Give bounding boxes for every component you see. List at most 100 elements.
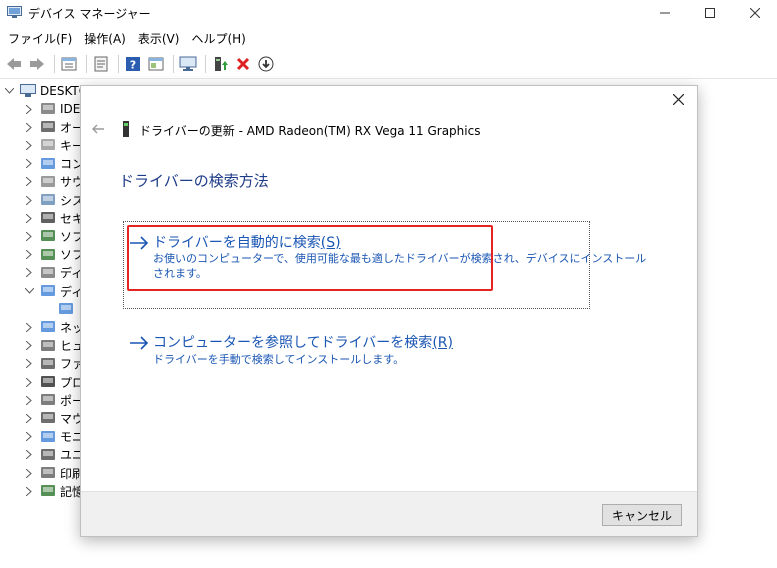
chevron-right-icon[interactable] [24, 104, 34, 114]
ide-icon [40, 102, 56, 116]
chevron-right-icon[interactable] [24, 159, 34, 169]
chevron-right-icon[interactable] [24, 341, 34, 351]
chevron-right-icon[interactable] [24, 122, 34, 132]
disk-icon [40, 266, 56, 280]
tree-item[interactable]: ヒュ [24, 337, 84, 355]
tree-item[interactable]: モニ [24, 428, 84, 446]
tree-item[interactable] [58, 300, 78, 318]
back-arrow-icon[interactable] [91, 122, 105, 136]
back-arrow-icon [7, 58, 21, 70]
back-button[interactable] [4, 54, 24, 74]
dialog-heading: ドライバーの検索方法 [119, 172, 269, 190]
device-view-button[interactable] [59, 54, 79, 74]
tree-item[interactable]: 記憶 [24, 482, 84, 500]
chevron-right-icon[interactable] [24, 177, 34, 187]
help-button[interactable]: ? [123, 54, 143, 74]
cancel-button[interactable]: キャンセル [602, 504, 682, 526]
window-panel-icon [148, 57, 164, 71]
tree-item[interactable]: ディ [24, 282, 83, 300]
minimize-button[interactable] [642, 0, 687, 26]
forward-button[interactable] [27, 54, 47, 74]
forward-arrow-icon [30, 58, 44, 70]
tree-item[interactable]: シス [24, 191, 84, 209]
tree-item[interactable]: IDE [24, 100, 80, 118]
chevron-down-icon[interactable] [24, 286, 34, 296]
toolbar-separator [173, 55, 174, 73]
monitor-scan-icon [179, 56, 197, 71]
chevron-right-icon[interactable] [24, 231, 34, 241]
tree-item[interactable]: ソフ [24, 227, 84, 245]
disable-device-button[interactable] [256, 54, 276, 74]
right-arrow-icon [130, 336, 149, 350]
toolbar-separator [54, 55, 55, 73]
chevron-right-icon[interactable] [24, 213, 34, 223]
port-icon [40, 393, 56, 407]
chevron-right-icon[interactable] [24, 395, 34, 405]
chevron-right-icon[interactable] [24, 359, 34, 369]
tree-item[interactable]: ディ [24, 264, 83, 282]
properties-icon [94, 56, 108, 72]
chevron-right-icon[interactable] [24, 486, 34, 496]
chevron-right-icon[interactable] [24, 195, 34, 205]
sound-icon [40, 175, 56, 189]
action-view-button[interactable] [146, 54, 166, 74]
firmware-icon [40, 357, 56, 371]
tree-item[interactable]: ファ [24, 355, 84, 373]
tree-item[interactable]: ポー [24, 391, 84, 409]
dialog-close-button[interactable] [669, 90, 687, 108]
chevron-right-icon[interactable] [24, 377, 34, 387]
chevron-right-icon[interactable] [24, 413, 34, 423]
chevron-right-icon[interactable] [24, 250, 34, 260]
scan-hardware-button[interactable] [178, 54, 198, 74]
chevron-right-icon[interactable] [24, 468, 34, 478]
display-adapter-icon [40, 284, 56, 298]
menu-view[interactable]: 表示(V) [134, 28, 184, 48]
dialog-footer: キャンセル [81, 491, 697, 536]
chevron-down-icon[interactable] [4, 86, 14, 96]
tree-item-label: IDE [60, 102, 81, 116]
chevron-right-icon[interactable] [24, 268, 34, 278]
audio-icon [40, 120, 56, 134]
down-arrow-circle-icon [258, 56, 274, 72]
help-icon: ? [126, 57, 140, 72]
hid-icon [40, 339, 56, 353]
maximize-icon [704, 8, 715, 18]
device-manager-icon [7, 6, 22, 18]
tree-item[interactable]: オー [24, 118, 84, 136]
toolbar-separator [118, 55, 119, 73]
tree-root[interactable]: DESKTO [4, 82, 88, 100]
graphics-card-icon [123, 121, 129, 137]
menu-file[interactable]: ファイル(F) [4, 28, 76, 48]
maximize-button[interactable] [687, 0, 732, 26]
processor-icon [40, 375, 56, 389]
uninstall-device-button[interactable] [233, 54, 253, 74]
tree-item[interactable]: マウ [24, 409, 84, 427]
security-icon [40, 211, 56, 225]
tree-item[interactable]: 印刷 [24, 464, 84, 482]
tree-item[interactable]: セキ [24, 209, 84, 227]
properties-button[interactable] [91, 54, 111, 74]
tree-item[interactable]: コン [24, 155, 84, 173]
tree-item[interactable]: サウ [24, 173, 84, 191]
tree-item[interactable]: プロ [24, 373, 84, 391]
browse-search-title-text: コンピューターを参照してドライバーを検索 [153, 335, 433, 351]
chevron-right-icon[interactable] [24, 432, 34, 442]
update-driver-button[interactable] [210, 54, 230, 74]
tree-item[interactable]: キー [24, 136, 84, 154]
browse-search-title[interactable]: コンピューターを参照してドライバーを検索(R) [153, 332, 453, 352]
chevron-right-icon[interactable] [24, 322, 34, 332]
menu-bar: ファイル(F) 操作(A) 表示(V) ヘルプ(H) [0, 28, 777, 48]
close-icon [749, 8, 760, 18]
tree-item[interactable]: ソフ [24, 246, 84, 264]
monitor-icon [40, 430, 56, 444]
menu-help[interactable]: ヘルプ(H) [187, 28, 249, 48]
tree-item[interactable]: ネッ [24, 318, 84, 336]
chevron-right-icon[interactable] [24, 140, 34, 150]
mouse-icon [40, 411, 56, 425]
menu-action[interactable]: 操作(A) [80, 28, 130, 48]
storage-icon [40, 484, 56, 498]
chevron-right-icon[interactable] [24, 450, 34, 460]
tree-item[interactable]: ユニ [24, 446, 84, 464]
dialog-title: ドライバーの更新 - AMD Radeon(TM) RX Vega 11 Gra… [139, 124, 481, 138]
close-window-button[interactable] [732, 0, 777, 26]
